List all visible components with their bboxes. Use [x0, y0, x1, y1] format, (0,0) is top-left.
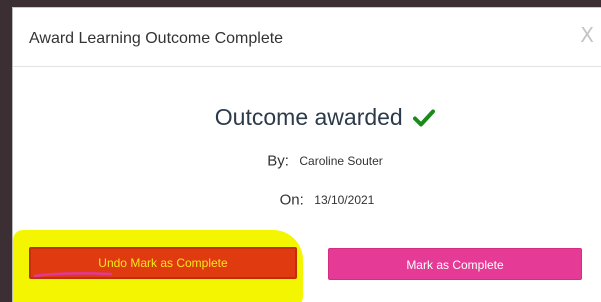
awarded-on-label: On: [279, 191, 304, 209]
awarded-by-row: By: Caroline Souter [31, 152, 601, 170]
modal-title: Award Learning Outcome Complete [29, 30, 284, 47]
award-outcome-modal: Award Learning Outcome Complete X Outcom… [12, 7, 601, 302]
page-backdrop-left [0, 0, 12, 302]
awarded-on-row: On: 13/10/2021 [33, 191, 601, 209]
outcome-status: Outcome awarded [13, 104, 601, 131]
checkmark-icon [413, 109, 436, 126]
outcome-status-text: Outcome awarded [214, 104, 403, 130]
awarded-on-value: 13/10/2021 [314, 192, 375, 207]
undo-mark-complete-button[interactable]: Undo Mark as Complete [29, 247, 297, 279]
page-backdrop-top [0, 0, 601, 7]
awarded-by-label: By: [267, 152, 289, 170]
close-button[interactable]: X [580, 25, 594, 45]
awarded-by-value: Caroline Souter [299, 153, 383, 168]
mark-complete-button[interactable]: Mark as Complete [328, 248, 582, 280]
modal-header: Award Learning Outcome Complete X [13, 8, 601, 67]
